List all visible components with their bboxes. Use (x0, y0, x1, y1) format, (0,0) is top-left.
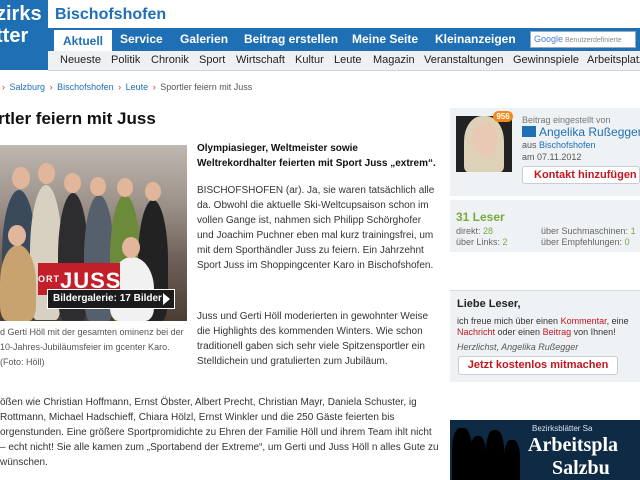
add-contact-button[interactable]: Kontakt hinzufügen (522, 166, 640, 184)
breadcrumb-leute[interactable]: Leute (126, 82, 149, 92)
points-badge: 956 (493, 111, 513, 122)
subnav-politik[interactable]: Politik (111, 54, 140, 66)
reader-message-text-4: von Ihnen! (571, 327, 616, 337)
subnav-veranstaltungen[interactable]: Veranstaltungen (424, 54, 504, 66)
reader-message-text-3: oder einen (495, 327, 543, 337)
tab-galerien[interactable]: Galerien (180, 28, 228, 51)
photo-head (64, 173, 81, 193)
photo-head (122, 237, 140, 258)
promo-silhouette (470, 436, 486, 480)
play-arrow-icon (163, 293, 170, 305)
breadcrumb-bischofshofen[interactable]: Bischofshofen (57, 82, 114, 92)
promo-silhouette (486, 430, 504, 480)
logo-line-1: zirks (0, 3, 42, 25)
subnav-chronik[interactable]: Chronik (151, 54, 189, 66)
stat-search: über Suchmaschinen: 1 (541, 226, 636, 236)
reader-message-title: Liebe Leser, (457, 298, 521, 310)
breadcrumb-separator-icon: › (49, 82, 53, 92)
tab-service[interactable]: Service (120, 28, 163, 51)
avatar[interactable] (456, 116, 512, 172)
author-location: aus Bischofshofen (522, 140, 596, 150)
article-paragraph-2: Juss und Gerti Höll moderierten in gewoh… (197, 311, 429, 367)
subnav-sport[interactable]: Sport (199, 54, 225, 66)
post-link[interactable]: Beitrag (543, 327, 572, 337)
subnav-gewinnspiele[interactable]: Gewinnspiele (513, 54, 579, 66)
photo-head (117, 178, 133, 197)
author-location-link[interactable]: Bischofshofen (539, 140, 596, 150)
tab-beitrag-erstellen[interactable]: Beitrag erstellen (244, 28, 338, 51)
stat-links-value: 2 (502, 237, 508, 247)
reader-message-text-1: ich freue mich über einen (457, 316, 561, 326)
photo-head (8, 225, 26, 246)
regionaut-icon (522, 126, 536, 137)
gallery-button-label: Bildergalerie: 17 Bilder (53, 293, 162, 304)
stat-recommend-label: über Empfehlungen: (541, 237, 623, 247)
article-paragraph-1: BISCHOFSHOFEN (ar). Ja, sie waren tatsäc… (197, 185, 435, 271)
breadcrumb-current: Sportler feiern mit Juss (160, 82, 253, 92)
article-lead: Olympiasieger, Weltmeister sowie Weltrek… (197, 143, 436, 169)
stat-recommend-value: 0 (624, 237, 630, 247)
photo-head (90, 177, 106, 196)
photo-head (38, 163, 55, 184)
search-input[interactable]: Google Benutzerdefinierte (530, 31, 636, 48)
photo-caption: d Gerti Höll mit der gesamten ominenz be… (0, 327, 184, 367)
reader-count: 31 Leser (456, 210, 505, 224)
gallery-button[interactable]: Bildergalerie: 17 Bilder (47, 289, 175, 309)
article-paragraph-3: ößen wie Christian Hoffmann, Ernst Öbste… (0, 397, 439, 468)
subnav-arbeitsplatz[interactable]: Arbeitsplatz (587, 54, 640, 66)
breadcrumb-separator-icon: › (2, 82, 5, 92)
subnav-leute[interactable]: Leute (334, 54, 362, 66)
stat-recommend: über Empfehlungen: 0 (541, 237, 630, 247)
photo-person (0, 245, 36, 321)
promo-brand: Bezirksblätter Sa (532, 424, 593, 433)
stat-search-label: über Suchmaschinen: (541, 226, 629, 236)
subnav-neueste[interactable]: Neueste (60, 54, 101, 66)
comment-link[interactable]: Kommentar (561, 316, 607, 326)
message-link[interactable]: Nachricht (457, 327, 495, 337)
tab-aktuell[interactable]: Aktuell (54, 28, 113, 51)
tab-kleinanzeigen[interactable]: Kleinanzeigen (435, 28, 516, 51)
stat-links-label: über Links: (456, 237, 501, 247)
article-headline: rtler feiern mit Juss (0, 109, 156, 128)
photo-head (145, 182, 161, 201)
breadcrumb-salzburg[interactable]: Salzburg (10, 82, 46, 92)
author-name-text: Angelika Rußegger (539, 125, 640, 139)
site-logo[interactable]: zirks tter (0, 0, 48, 70)
breadcrumb: › Salzburg › Bischofshofen › Leute › Spo… (0, 82, 252, 92)
stat-direct-label: direkt: (456, 226, 481, 236)
reader-message-text: ich freue mich über einen Kommentar, ein… (457, 316, 640, 338)
tab-meine-seite[interactable]: Meine Seite (352, 28, 418, 51)
from-prefix: aus (522, 140, 537, 150)
subnav-kultur[interactable]: Kultur (295, 54, 324, 66)
photo-head (12, 167, 30, 189)
promo-subtitle: Salzbu (552, 457, 610, 479)
subnav-magazin[interactable]: Magazin (373, 54, 415, 66)
subnav-wirtschaft[interactable]: Wirtschaft (236, 54, 285, 66)
posted-by-label: Beitrag eingestellt von (522, 115, 611, 125)
stat-direct-value: 28 (483, 226, 494, 236)
logo-line-2: tter (0, 25, 29, 47)
stat-direct: direkt: 28 (456, 226, 493, 236)
breadcrumb-separator-icon: › (118, 82, 122, 92)
sub-navigation: Neueste Politik Chronik Sport Wirtschaft… (48, 51, 640, 71)
stat-links: über Links: 2 (456, 237, 508, 247)
region-title[interactable]: Bischofshofen (55, 6, 166, 24)
reader-message-signature: Herzlichst, Angelika Rußegger (457, 342, 579, 352)
search-placeholder: Benutzerdefinierte (564, 37, 622, 44)
author-name[interactable]: Angelika Rußegger (522, 125, 640, 139)
promo-silhouette (452, 428, 472, 480)
reader-message-text-2: , eine (606, 316, 629, 326)
google-brand-label: Google (534, 34, 564, 44)
job-promo-banner[interactable]: Bezirksblätter Sa Arbeitspla Salzbu (450, 420, 640, 480)
avatar-face (472, 122, 498, 156)
stat-search-value: 1 (630, 226, 636, 236)
promo-title: Arbeitspla (528, 434, 618, 456)
post-date: am 07.11.2012 (522, 152, 582, 162)
promo-silhouette (504, 440, 520, 480)
sign-prefix: ORT (38, 274, 60, 284)
join-free-button[interactable]: Jetzt kostenlos mitmachen (458, 356, 618, 375)
breadcrumb-separator-icon: › (152, 82, 156, 92)
